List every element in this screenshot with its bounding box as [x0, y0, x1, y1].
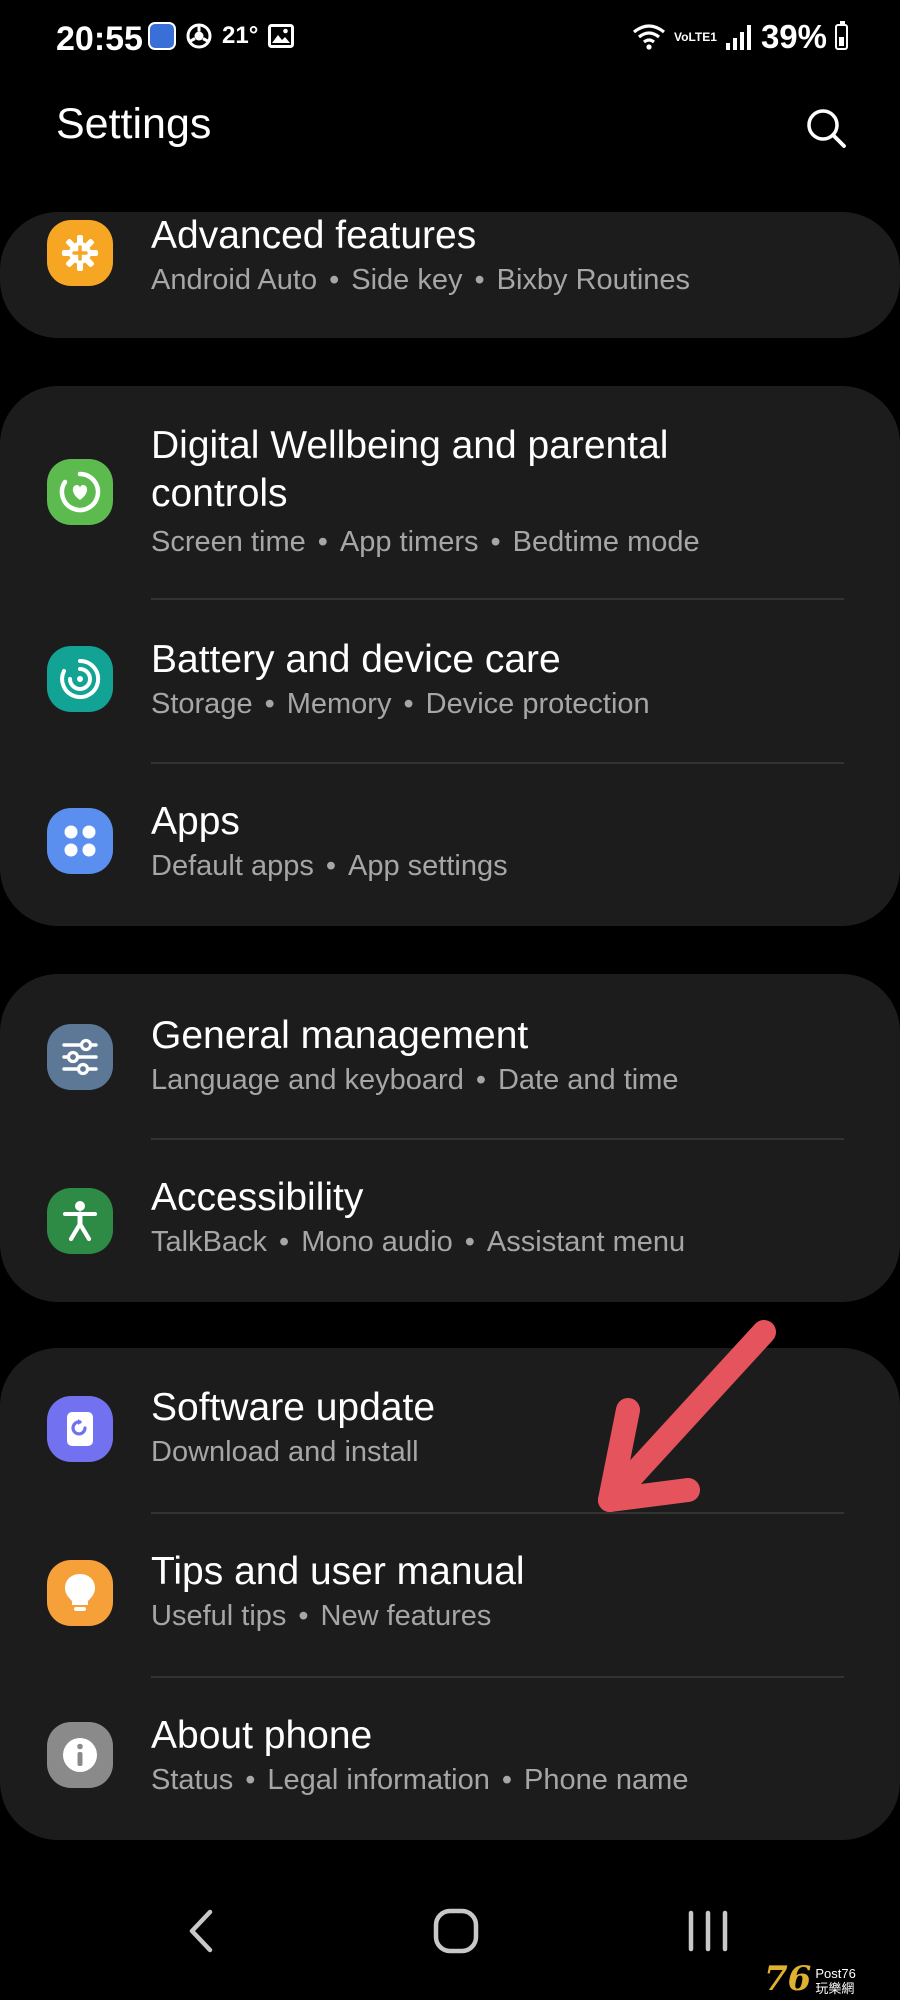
home-icon [433, 1908, 479, 1954]
search-button[interactable] [798, 100, 854, 156]
recents-icon [688, 1910, 728, 1952]
item-subtitle: Default apps • App settings [151, 850, 508, 882]
update-icon [47, 1396, 113, 1462]
accessibility-person-icon [47, 1188, 113, 1254]
status-time: 20:55 [56, 20, 143, 58]
back-button[interactable] [162, 1896, 242, 1966]
item-subtitle: Screen time • App timers • Bedtime mode [151, 526, 700, 558]
item-title: Tips and user manual [151, 1550, 525, 1593]
item-title: Digital Wellbeing and parental controls [151, 424, 669, 515]
sliders-icon [47, 1024, 113, 1090]
settings-item-tips-user-manual[interactable]: Tips and user manual Useful tips • New fea… [0, 1512, 900, 1676]
status-right-icons: VoLTE1 39% [632, 18, 848, 56]
recents-button[interactable] [668, 1896, 748, 1966]
settings-item-apps[interactable]: Apps Default apps • App settings [0, 762, 900, 926]
home-button[interactable] [416, 1896, 496, 1966]
watermark-logo: 76 Post76 玩樂網 [764, 1959, 856, 1999]
item-subtitle: Android Auto • Side key • Bixby Routines [151, 264, 691, 296]
item-title: Advanced features [151, 214, 477, 257]
settings-item-battery-device-care[interactable]: Battery and device care Storage • Memory • D… [0, 598, 900, 762]
settings-item-general-management[interactable]: General management Language and keyboard… [0, 974, 900, 1138]
status-bar: 20:55 21° VoLTE1 39% [0, 0, 900, 80]
item-subtitle: Language and keyboard • Date and time [151, 1064, 679, 1096]
back-icon [189, 1909, 213, 1953]
item-title: Apps [151, 800, 240, 843]
gallery-icon [268, 24, 295, 48]
wifi-icon [633, 24, 666, 50]
settings-group-general: General management Language and keyboard… [0, 974, 900, 1302]
apps-grid-icon [47, 808, 113, 874]
temperature-text: 21° [222, 22, 259, 49]
settings-item-accessibility[interactable]: Accessibility TalkBack • Mono audio • Assist… [0, 1138, 900, 1302]
settings-item-about-phone[interactable]: About phone Status • Legal information • Pho… [0, 1676, 900, 1840]
chrome-icon [186, 23, 212, 49]
signal-icon [725, 25, 751, 50]
volte-label: VoLTE1 [674, 29, 717, 44]
navigation-bar: 76 Post76 玩樂網 [0, 1860, 900, 2000]
item-title: About phone [151, 1714, 373, 1757]
settings-group-advanced: Advanced features Android Auto • Side key •… [0, 212, 900, 338]
status-left-icons: 21° [148, 22, 295, 50]
item-subtitle: TalkBack • Mono audio • Assistant menu [151, 1226, 686, 1258]
item-subtitle: Status • Legal information • Phone name [151, 1764, 689, 1796]
info-icon [47, 1722, 113, 1788]
page-title: Settings [56, 100, 212, 148]
lightbulb-icon [47, 1560, 113, 1626]
gear-plus-icon [47, 220, 113, 286]
heart-ring-icon [47, 459, 113, 525]
settings-item-digital-wellbeing[interactable]: Digital Wellbeing and parental controls … [0, 386, 900, 598]
battery-percent: 39% [760, 18, 827, 55]
item-subtitle: Useful tips • New features [151, 1600, 492, 1632]
item-title: General management [151, 1014, 529, 1057]
battery-icon [835, 21, 848, 50]
search-icon [807, 109, 846, 148]
item-title: Battery and device care [151, 638, 561, 681]
settings-group-wellbeing: Digital Wellbeing and parental controls … [0, 386, 900, 926]
device-care-icon [47, 646, 113, 712]
annotation-arrow-icon [598, 1320, 776, 1512]
item-subtitle: Storage • Memory • Device protection [151, 688, 650, 720]
app-badge-icon [148, 22, 176, 50]
settings-item-advanced-features[interactable]: Advanced features Android Auto • Side key •… [0, 212, 900, 338]
item-title: Accessibility [151, 1176, 364, 1219]
